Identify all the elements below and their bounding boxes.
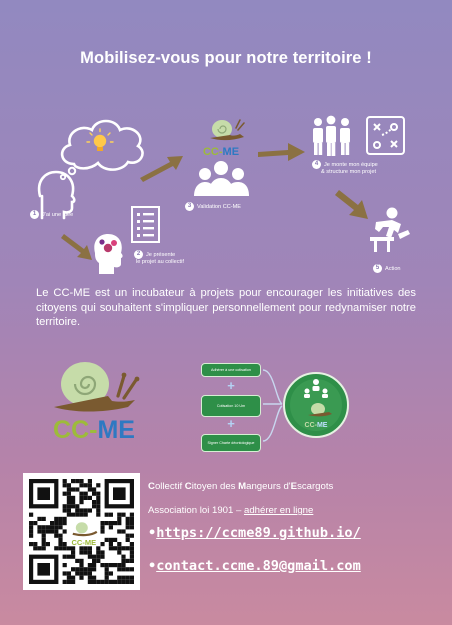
snail-icon bbox=[54, 362, 140, 412]
step-4-number: 4 bbox=[312, 160, 321, 169]
description-text: Le CC-ME est un incubateur à projets pou… bbox=[36, 287, 416, 328]
step-3-label: 3 Validation CC-ME bbox=[185, 202, 241, 211]
step-2-text-line2: le projet au collectif bbox=[136, 259, 184, 265]
svg-text:CC-ME: CC-ME bbox=[72, 538, 97, 547]
name-part-3: angeurs d' bbox=[246, 481, 291, 492]
arrow-icon bbox=[258, 143, 305, 161]
step-1-label: 1 J'ai une idée bbox=[30, 210, 73, 219]
step-5-label: 5 Action bbox=[373, 264, 401, 273]
step-1-number: 1 bbox=[30, 210, 39, 219]
people-group-icon bbox=[194, 161, 249, 196]
email-line: •contact.ccme.89@gmail.com bbox=[148, 558, 361, 574]
join-online-link[interactable]: adhérer en ligne bbox=[244, 505, 313, 516]
flow-step-membership: Adhérer à une cotisation bbox=[201, 363, 261, 377]
website-link[interactable]: https://ccme89.github.io/ bbox=[156, 525, 361, 541]
team-icon bbox=[313, 115, 350, 156]
process-diagram: CC-ME bbox=[37, 115, 410, 274]
arrow-icon bbox=[61, 234, 92, 260]
bullet: • bbox=[148, 558, 157, 574]
association-name: Collectif Citoyen des Mangeurs d'Escargo… bbox=[148, 481, 333, 492]
step-3-number: 3 bbox=[185, 202, 194, 211]
website-line: •https://ccme89.github.io/ bbox=[148, 525, 361, 541]
step-5-number: 5 bbox=[373, 264, 382, 273]
head-gears-icon bbox=[94, 234, 123, 274]
initial-c2: C bbox=[184, 481, 192, 492]
document-list-icon bbox=[131, 206, 160, 243]
logo-large-text: CC-ME bbox=[53, 416, 135, 444]
flow-step-charter: Signer Charte déontologique bbox=[201, 434, 261, 452]
plus-icon: + bbox=[227, 378, 235, 393]
poster: Mobilisez-vous pour notre territoire ! C… bbox=[0, 0, 452, 625]
step-3-text: Validation CC-ME bbox=[197, 203, 242, 210]
arrow-icon bbox=[335, 190, 368, 219]
snail-logo-icon bbox=[210, 119, 245, 141]
plus-icon: + bbox=[227, 416, 235, 431]
flow-step-cotisation: Cotisation 10 Um bbox=[201, 395, 261, 417]
logo-small-text: CC-ME bbox=[203, 146, 239, 158]
association-type: Association loi 1901 – adhérer en ligne bbox=[148, 505, 313, 516]
association-type-text: Association loi 1901 – bbox=[148, 505, 244, 516]
step-4-text-line1: Je monte mon équipe bbox=[324, 161, 378, 168]
flow-result-logo-text: CC-ME bbox=[305, 422, 328, 429]
initial-c1: C bbox=[148, 481, 155, 492]
arrow-icon bbox=[140, 156, 183, 182]
step-4-text-line2: & structure mon projet bbox=[321, 169, 377, 175]
step-1-text: J'ai une idée bbox=[42, 211, 74, 218]
group-circle-logo-icon: CC-ME bbox=[283, 372, 349, 438]
step-2-text-line1: Je présente bbox=[146, 251, 176, 258]
page-title: Mobilisez-vous pour notre territoire ! bbox=[80, 49, 372, 67]
snail-logo-large: CC-ME bbox=[53, 362, 140, 444]
step-2-number: 2 bbox=[134, 250, 143, 259]
strategy-board-icon bbox=[366, 116, 405, 155]
hurdle-runner-icon bbox=[370, 207, 410, 252]
step-5-text: Action bbox=[385, 265, 401, 272]
name-part-2: itoyen des bbox=[191, 481, 239, 492]
flow-connector: CC-ME bbox=[262, 369, 349, 442]
name-part-4: scargots bbox=[297, 481, 334, 492]
lightbulb-icon bbox=[86, 128, 114, 151]
step-4-label: 4 Je monte mon équipe & structure mon pro… bbox=[312, 160, 378, 176]
name-part-1: ollectif bbox=[154, 481, 185, 492]
email-link[interactable]: contact.ccme.89@gmail.com bbox=[156, 558, 361, 574]
qr-code-icon: CC-ME bbox=[29, 479, 134, 584]
step-2-label: 2 Je présente le projet au collectif bbox=[134, 250, 184, 266]
qr-code[interactable]: CC-ME bbox=[23, 473, 140, 590]
initial-m: M bbox=[238, 481, 247, 492]
bullet: • bbox=[148, 525, 157, 541]
